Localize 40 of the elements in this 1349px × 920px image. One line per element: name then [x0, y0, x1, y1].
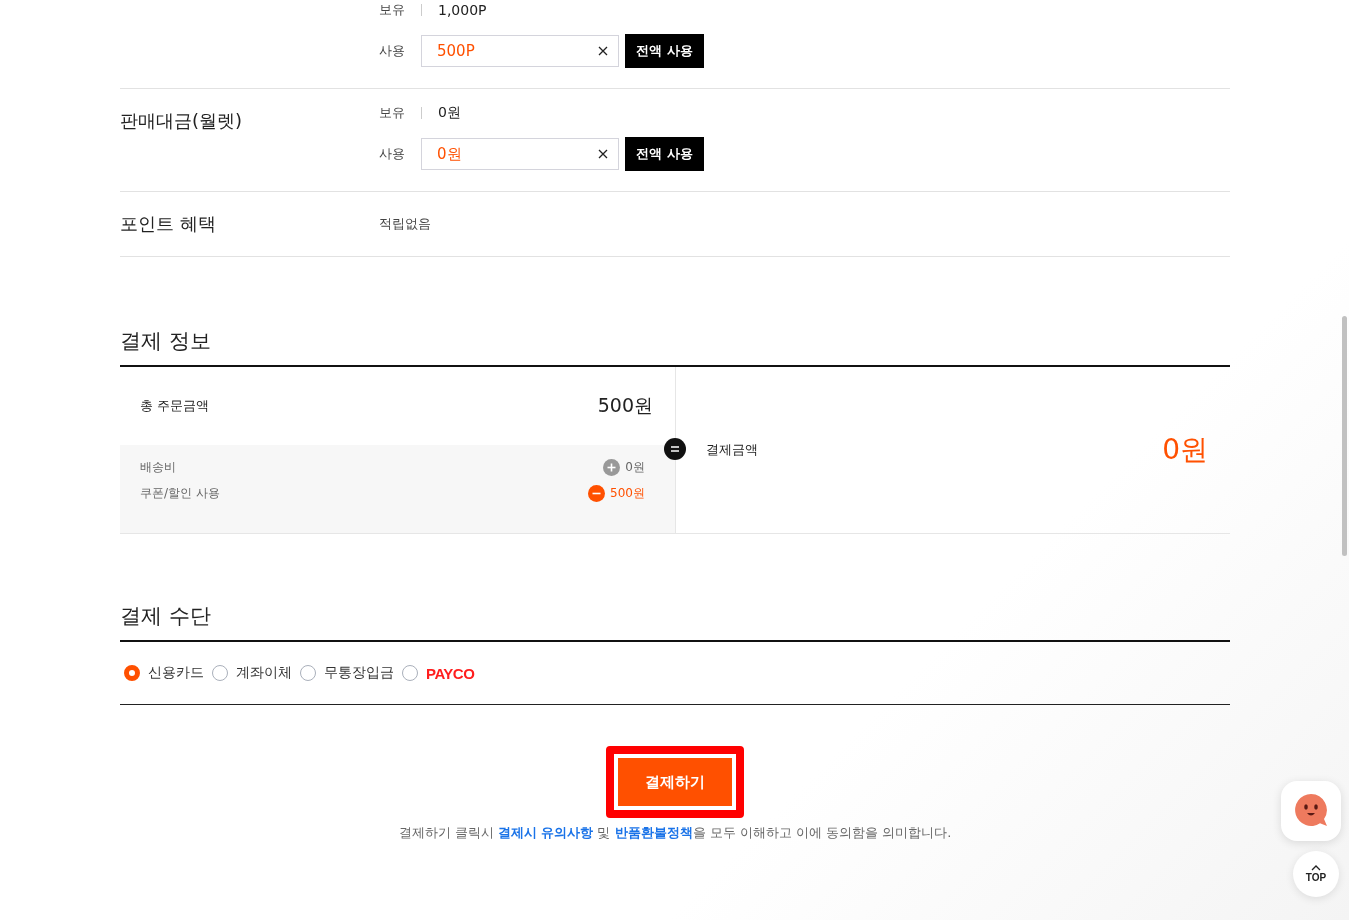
use-all-button[interactable]: 전액 사용 [625, 137, 704, 171]
section-heading: 결제 정보 [120, 329, 211, 353]
holding-label: 보유 [379, 1, 405, 19]
total-label: 총 주문금액 [140, 397, 210, 415]
radio-button[interactable] [212, 665, 228, 681]
scrollbar-thumb[interactable] [1342, 316, 1347, 556]
section-title: 판매대금(월렛) [120, 110, 243, 131]
breakdown-label: 배송비 [140, 459, 176, 476]
result-label: 결제금액 [706, 441, 758, 459]
use-all-button[interactable]: 전액 사용 [625, 34, 704, 68]
payment-option[interactable]: 계좌이체 [236, 664, 292, 682]
holding-label: 보유 [379, 104, 405, 122]
holding-value: 0원 [438, 104, 461, 122]
payment-option[interactable]: PAYCO [426, 664, 475, 682]
section-heading: 결제 수단 [120, 604, 211, 628]
benefit-value: 적립없음 [379, 215, 431, 233]
chat-button[interactable] [1281, 781, 1341, 841]
section-title: 포인트 혜택 [120, 213, 216, 234]
caret-icon [1311, 865, 1321, 871]
policy-link[interactable]: 반품환불정책 [614, 825, 693, 840]
use-label: 사용 [379, 42, 405, 60]
close-icon [598, 46, 608, 56]
policy-link[interactable]: 결제시 유의사항 [497, 825, 594, 840]
radio-button[interactable] [124, 665, 140, 681]
agreement-text: 결제하기 클릭시 결제시 유의사항 및 반품환불정책을 모두 이해하고 이에 동의함을 의미합니다. [398, 824, 952, 842]
close-icon [598, 149, 608, 159]
top-button[interactable]: TOP [1293, 851, 1339, 897]
total-value: 500원 [597, 393, 653, 418]
breakdown-value: 0원 [625, 459, 645, 476]
holding-value: 1,000P [438, 2, 487, 18]
payment-option[interactable]: 무통장입금 [324, 664, 394, 682]
use-label: 사용 [379, 145, 405, 163]
breakdown-value: 500원 [610, 485, 645, 502]
result-value: 0원 [1162, 432, 1208, 468]
radio-button[interactable] [402, 665, 418, 681]
plus-icon [603, 459, 621, 476]
radio-button[interactable] [300, 665, 316, 681]
breakdown-label: 쿠폰/할인 사용 [140, 485, 220, 502]
payment-option[interactable]: 신용카드 [148, 664, 204, 682]
minus-icon [588, 485, 606, 502]
